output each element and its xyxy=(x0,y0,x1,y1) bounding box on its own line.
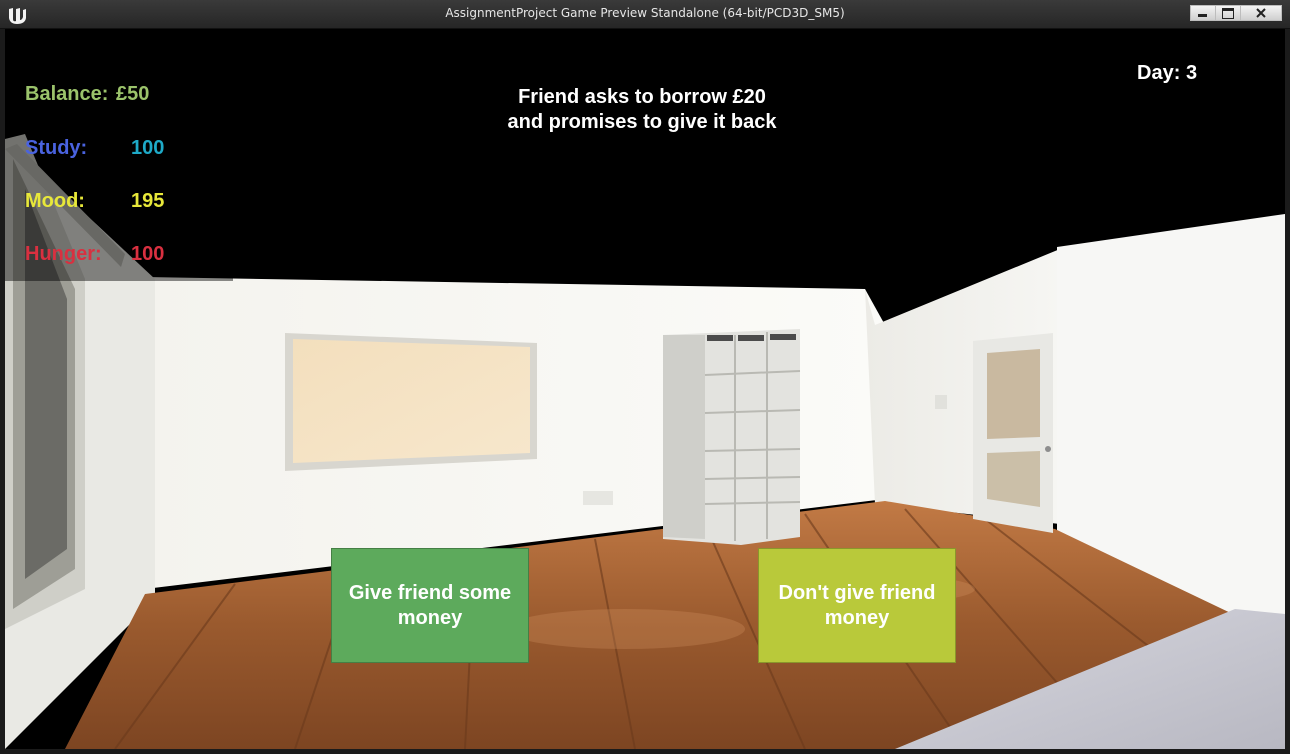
mood-label: Mood: xyxy=(25,190,85,212)
mood-value: 195 xyxy=(131,190,165,212)
window-controls xyxy=(1190,5,1282,21)
balance-value: £50 xyxy=(116,83,150,105)
study-value: 100 xyxy=(131,137,165,159)
day-label: Day: xyxy=(1137,62,1181,84)
close-icon[interactable] xyxy=(1240,5,1282,21)
game-viewport[interactable]: Balance: £50 Study: 100 Mood: 195 Hunger… xyxy=(5,29,1285,749)
give-money-button[interactable]: Give friend some money xyxy=(331,548,529,663)
window-title: AssignmentProject Game Preview Standalon… xyxy=(445,6,845,20)
title-bar[interactable]: AssignmentProject Game Preview Standalon… xyxy=(0,0,1290,29)
hunger-value: 100 xyxy=(131,243,165,265)
minimize-icon[interactable] xyxy=(1190,5,1216,21)
maximize-icon[interactable] xyxy=(1215,5,1241,21)
event-prompt: Friend asks to borrow £20 and promises t… xyxy=(507,86,777,133)
study-label: Study: xyxy=(25,137,88,159)
day-value: 3 xyxy=(1186,62,1198,84)
hunger-label: Hunger: xyxy=(25,243,102,265)
dont-give-money-button[interactable]: Don't give friend money xyxy=(758,548,956,663)
game-window: AssignmentProject Game Preview Standalon… xyxy=(0,0,1290,754)
game-hud: Balance: £50 Study: 100 Mood: 195 Hunger… xyxy=(5,29,1285,749)
balance-label: Balance: xyxy=(25,83,109,105)
